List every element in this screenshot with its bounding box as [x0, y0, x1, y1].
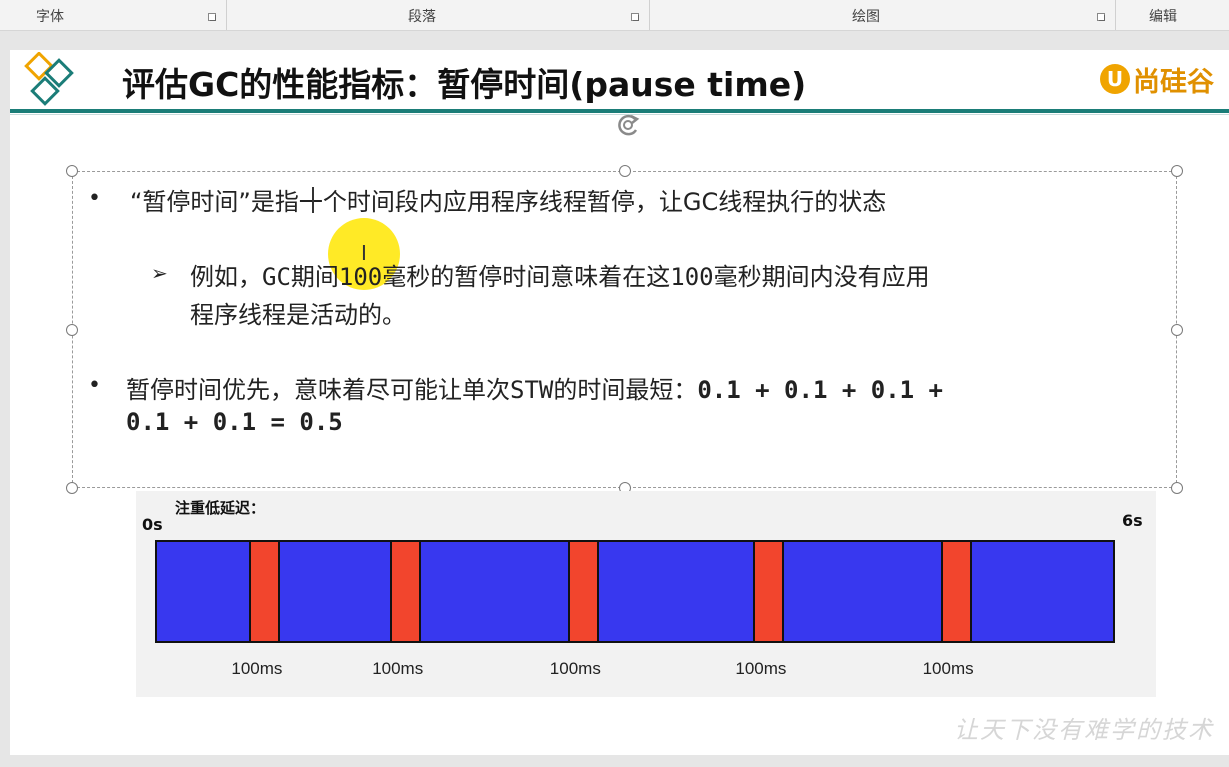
- chart-title: 注重低延迟：: [175, 499, 266, 517]
- paragraph-dialog-launcher-icon[interactable]: [631, 13, 639, 21]
- resize-handle-bottom-right[interactable]: [1171, 482, 1183, 494]
- x-start-label: 0s: [142, 515, 163, 534]
- resize-handle-top[interactable]: [619, 165, 631, 177]
- pause-label-4: 100ms: [735, 659, 787, 678]
- text-fragment: 0.1 + 0.1 + 0.1 +: [697, 376, 943, 404]
- text-fragment: 100: [338, 263, 383, 291]
- bullet-marker: •: [88, 186, 101, 211]
- font-dialog-launcher-icon[interactable]: [208, 13, 216, 21]
- pause-label-1: 100ms: [231, 659, 283, 678]
- text-caret: [312, 187, 314, 213]
- text-fragment: 毫秒的暂停时间意味着在这: [382, 263, 671, 291]
- rotate-handle-icon[interactable]: [613, 110, 643, 140]
- pause-bar-1: [249, 542, 281, 641]
- text-fragment: GC: [262, 263, 291, 291]
- text-fragment: 的时间最短：: [553, 376, 698, 404]
- sub-bullet-example-line2[interactable]: 程序线程是活动的。: [190, 295, 406, 330]
- text-fragment: 100: [670, 263, 714, 291]
- resize-handle-top-right[interactable]: [1171, 165, 1183, 177]
- bullet-text-priority-line2[interactable]: 0.1 + 0.1 = 0.5: [126, 408, 343, 436]
- i-beam-cursor-icon: I: [361, 241, 367, 265]
- text-fragment: 毫秒期间内没有应用: [713, 263, 930, 291]
- resize-handle-left[interactable]: [66, 324, 78, 336]
- pause-bar-4: [753, 542, 785, 641]
- text-fragment: STW: [510, 376, 554, 404]
- ribbon-group-label: 字体: [36, 9, 64, 25]
- pause-bar-2: [390, 542, 422, 641]
- ribbon-group-label: 编辑: [1149, 9, 1177, 25]
- text-fragment: 暂停时间优先，意味着尽可能让单次: [126, 376, 510, 404]
- resize-handle-top-left[interactable]: [66, 165, 78, 177]
- x-end-label: 6s: [1122, 511, 1143, 530]
- resize-handle-bottom-left[interactable]: [66, 482, 78, 494]
- ribbon-group-paragraph: 段落: [226, 0, 650, 30]
- slide-canvas[interactable]: 评估GC的性能指标：暂停时间(pause time) U 尚硅谷 • “暂停时间…: [10, 50, 1229, 755]
- resize-handle-right[interactable]: [1171, 324, 1183, 336]
- diamond-logo-icon: [24, 52, 74, 106]
- pause-label-2: 100ms: [372, 659, 424, 678]
- timeline-track: [155, 540, 1115, 643]
- ribbon-group-drawing: 绘图: [649, 0, 1116, 30]
- bullet-text-pause-definition[interactable]: “暂停时间”是指一个时间段内应用程序线程暂停，让GC线程执行的状态: [130, 182, 886, 217]
- text-fragment: 例如，: [190, 263, 262, 291]
- ribbon-group-labels: 字体 段落 绘图 编辑: [0, 0, 1229, 31]
- pause-label-3: 100ms: [549, 659, 601, 678]
- sub-bullet-arrow-icon: ➢: [151, 261, 168, 285]
- bullet-marker: •: [88, 373, 101, 398]
- watermark: 让天下没有难学的技术: [954, 716, 1214, 744]
- ribbon-group-label: 段落: [408, 9, 436, 25]
- brand-logo: U 尚硅谷: [1100, 61, 1214, 98]
- text-fragment: 期间: [290, 263, 339, 291]
- sub-bullet-example-line1[interactable]: 例如，GC期间100毫秒的暂停时间意味着在这100毫秒期间内没有应用: [190, 257, 930, 292]
- ribbon-group-editing: 编辑: [1115, 0, 1229, 30]
- brand-mark-icon: U: [1100, 64, 1130, 94]
- pause-label-5: 100ms: [922, 659, 974, 678]
- slide-title[interactable]: 评估GC的性能指标：暂停时间(pause time): [122, 58, 806, 106]
- drawing-dialog-launcher-icon[interactable]: [1097, 13, 1105, 21]
- ribbon-group-label: 绘图: [852, 9, 880, 25]
- pause-bar-5: [940, 542, 972, 641]
- bullet-text-priority-line1[interactable]: 暂停时间优先，意味着尽可能让单次STW的时间最短：0.1 + 0.1 + 0.1…: [126, 370, 943, 405]
- pause-bar-3: [567, 542, 599, 641]
- ribbon-group-font: 字体: [0, 0, 227, 30]
- brand-name: 尚硅谷: [1133, 66, 1214, 98]
